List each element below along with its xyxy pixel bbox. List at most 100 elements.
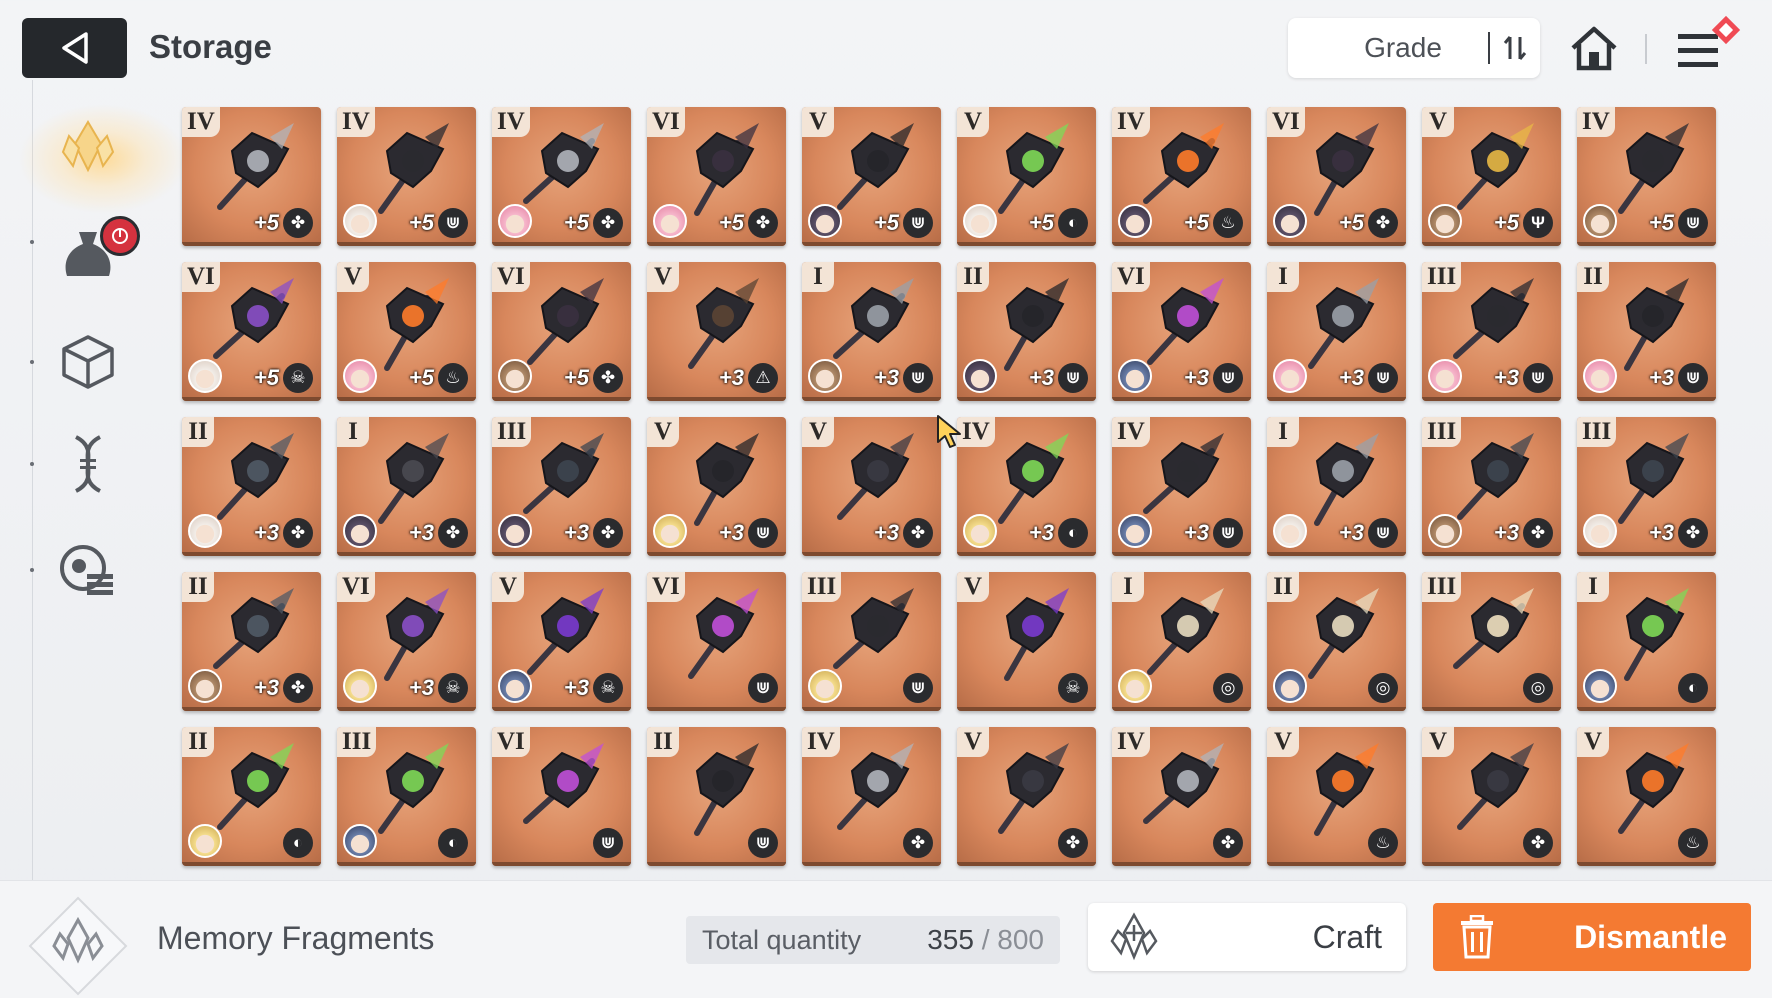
attribute-icon: ✤: [1058, 828, 1088, 858]
character-avatar: [1583, 514, 1617, 548]
memory-fragment-card[interactable]: IV +5 ✤: [182, 107, 321, 246]
character-avatar: [343, 514, 377, 548]
sort-order-button[interactable]: [1490, 18, 1540, 78]
memory-fragment-card[interactable]: III +3 ✤: [1577, 417, 1716, 556]
character-avatar: [1118, 669, 1152, 703]
memory-fragment-card[interactable]: II +3 ✤: [182, 417, 321, 556]
memory-fragment-card[interactable]: V +5 ♨: [337, 262, 476, 401]
sidebar-item-memory-fragments[interactable]: [52, 112, 124, 184]
memory-fragment-card[interactable]: IV ✤: [1112, 727, 1251, 866]
item-grid: IV +5 ✤ IV +5 ⋓ IV +5 ✤ VI +5 ✤ V +5 ⋓ V +5 ◐ IV +5 ♨ VI +5 ✤ V +…: [182, 107, 1722, 866]
sort-selector[interactable]: Grade: [1288, 18, 1540, 78]
memory-fragment-card[interactable]: I +3 ⋓: [1267, 417, 1406, 556]
home-icon: [1571, 26, 1617, 71]
dismantle-button[interactable]: Dismantle: [1433, 903, 1751, 971]
memory-fragment-card[interactable]: VI +5 ✤: [492, 262, 631, 401]
memory-fragment-card[interactable]: V +3 ☠: [492, 572, 631, 711]
sidebar-item-settings-list[interactable]: [52, 534, 124, 606]
dna-icon: [74, 435, 102, 493]
attribute-icon: ♨: [438, 363, 468, 393]
memory-fragment-card[interactable]: III +3 ⋓: [1422, 262, 1561, 401]
memory-fragment-card[interactable]: V ☠: [957, 572, 1096, 711]
memory-fragment-card[interactable]: III ⋓: [802, 572, 941, 711]
character-avatar: [498, 514, 532, 548]
memory-fragment-card[interactable]: III ◎: [1422, 572, 1561, 711]
attribute-icon: ✤: [283, 208, 313, 238]
memory-fragment-card[interactable]: VI +5 ☠: [182, 262, 321, 401]
memory-fragment-card[interactable]: VI +3 ☠: [337, 572, 476, 711]
attribute-icon: ♨: [1368, 828, 1398, 858]
character-avatar: [808, 204, 842, 238]
memory-fragment-card[interactable]: IV +5 ✤: [492, 107, 631, 246]
attribute-icon: ☠: [283, 363, 313, 393]
memory-fragment-card[interactable]: IV +3 ◐: [957, 417, 1096, 556]
character-avatar: [498, 669, 532, 703]
memory-fragment-card[interactable]: IV +5 ♨: [1112, 107, 1251, 246]
memory-fragment-card[interactable]: V ♨: [1577, 727, 1716, 866]
attribute-icon: ⋓: [1368, 363, 1398, 393]
memory-fragment-card[interactable]: I +3 ⋓: [1267, 262, 1406, 401]
home-button[interactable]: [1566, 20, 1622, 76]
attribute-icon: ♨: [1678, 828, 1708, 858]
memory-fragment-card[interactable]: I ◐: [1577, 572, 1716, 711]
attribute-icon: ✤: [903, 518, 933, 548]
memory-fragment-card[interactable]: V +3 ✤: [802, 417, 941, 556]
memory-fragment-card[interactable]: III +3 ✤: [1422, 417, 1561, 556]
enhance-level: +3: [408, 675, 434, 700]
attribute-icon: ✤: [593, 208, 623, 238]
craft-button[interactable]: Craft: [1088, 903, 1406, 971]
attribute-icon: ◐: [1678, 673, 1708, 703]
memory-fragment-card[interactable]: III ◐: [337, 727, 476, 866]
memory-fragment-card[interactable]: II +3 ⋓: [957, 262, 1096, 401]
attribute-icon: ⋓: [748, 673, 778, 703]
enhance-level: +3: [873, 365, 899, 390]
memory-fragment-card[interactable]: I +3 ⋓: [802, 262, 941, 401]
memory-fragment-card[interactable]: II ⋓: [647, 727, 786, 866]
memory-fragment-card[interactable]: VI +3 ⋓: [1112, 262, 1251, 401]
sidebar-item-dna[interactable]: [52, 428, 124, 500]
attribute-icon: ✤: [1678, 518, 1708, 548]
character-avatar: [653, 204, 687, 238]
memory-fragment-card[interactable]: IV +3 ⋓: [1112, 417, 1251, 556]
memory-fragment-card[interactable]: V ✤: [957, 727, 1096, 866]
menu-button[interactable]: [1672, 14, 1744, 78]
memory-fragment-card[interactable]: V +3 ⋓: [647, 417, 786, 556]
enhance-level: +5: [1183, 210, 1209, 235]
memory-fragment-card[interactable]: II ◎: [1267, 572, 1406, 711]
cube-icon: [62, 335, 114, 389]
memory-fragment-card[interactable]: II +3 ⋓: [1577, 262, 1716, 401]
enhance-level: +5: [1028, 210, 1054, 235]
memory-fragment-card[interactable]: V ✤: [1422, 727, 1561, 866]
memory-fragment-card[interactable]: V +5 ⋓: [802, 107, 941, 246]
memory-fragment-card[interactable]: III +3 ✤: [492, 417, 631, 556]
memory-fragment-card[interactable]: VI ⋓: [492, 727, 631, 866]
enhance-level: +3: [253, 675, 279, 700]
back-arrow-icon: [61, 32, 88, 64]
memory-fragment-card[interactable]: II ◐: [182, 727, 321, 866]
memory-fragment-card[interactable]: IV +5 ⋓: [337, 107, 476, 246]
sort-label: Grade: [1364, 32, 1442, 63]
sidebar-item-cube[interactable]: [52, 326, 124, 398]
memory-fragment-card[interactable]: V ♨: [1267, 727, 1406, 866]
enhance-level: +3: [1493, 520, 1519, 545]
category-title: Memory Fragments: [157, 920, 435, 956]
back-button[interactable]: [22, 18, 127, 78]
character-avatar: [343, 669, 377, 703]
memory-fragment-card[interactable]: I +3 ✤: [337, 417, 476, 556]
character-avatar: [188, 669, 222, 703]
character-avatar: [1273, 359, 1307, 393]
enhance-level: +5: [408, 365, 434, 390]
memory-fragment-card[interactable]: VI +5 ✤: [1267, 107, 1406, 246]
attribute-icon: ◐: [1058, 208, 1088, 238]
memory-fragment-card[interactable]: VI +5 ✤: [647, 107, 786, 246]
attribute-icon: ✤: [748, 208, 778, 238]
memory-fragment-card[interactable]: V +5 Ψ: [1422, 107, 1561, 246]
memory-fragment-card[interactable]: V +3 ⚠: [647, 262, 786, 401]
memory-fragment-card[interactable]: I ◎: [1112, 572, 1251, 711]
memory-fragment-card[interactable]: IV ✤: [802, 727, 941, 866]
memory-fragment-card[interactable]: VI ⋓: [647, 572, 786, 711]
memory-fragment-card[interactable]: IV +5 ⋓: [1577, 107, 1716, 246]
memory-fragment-card[interactable]: V +5 ◐: [957, 107, 1096, 246]
memory-fragment-card[interactable]: II +3 ✤: [182, 572, 321, 711]
dismantle-label: Dismantle: [1574, 918, 1727, 955]
